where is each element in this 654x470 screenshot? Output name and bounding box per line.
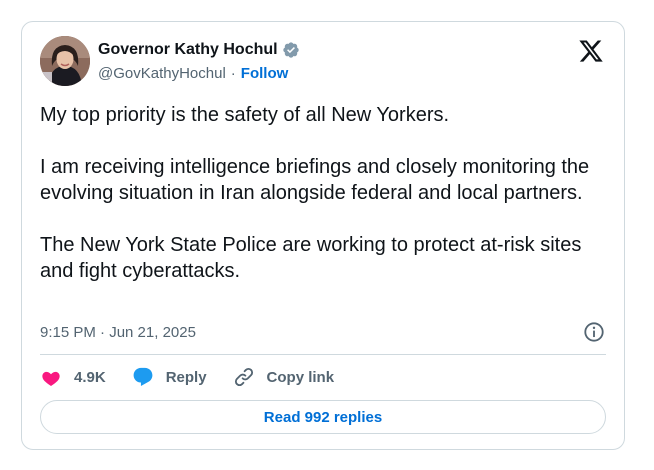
post-paragraph-1: My top priority is the safety of all New…: [40, 104, 450, 126]
post-paragraph-2: I am receiving intelligence briefings an…: [40, 156, 590, 204]
verified-badge-icon: [282, 42, 299, 58]
like-button[interactable]: 4.9K: [40, 366, 106, 388]
action-bar: 4.9K Reply Copy link: [40, 365, 360, 389]
copy-link-label: Copy link: [266, 368, 335, 386]
post-timestamp[interactable]: 9:15 PM · Jun 21, 2025: [40, 324, 196, 341]
separator-dot: ·: [230, 64, 236, 82]
reply-button[interactable]: Reply: [132, 366, 207, 388]
avatar[interactable]: [40, 36, 90, 86]
author-handle[interactable]: @GovKathyHochul: [98, 65, 226, 82]
heart-icon: [42, 371, 60, 386]
author-name[interactable]: Governor Kathy Hochul: [98, 41, 278, 59]
handle-row: @GovKathyHochul · Follow: [98, 63, 300, 83]
post-paragraph-3: The New York State Police are working to…: [40, 234, 582, 282]
post-text: My top priority is the safety of all New…: [40, 102, 615, 284]
copy-link-button[interactable]: Copy link: [233, 366, 335, 388]
post-header: Governor Kathy Hochul @GovKathyHochul · …: [40, 36, 606, 92]
reply-bubble-icon: [133, 367, 153, 386]
like-count: 4.9K: [74, 368, 106, 386]
author-block: Governor Kathy Hochul @GovKathyHochul · …: [98, 39, 300, 83]
name-row: Governor Kathy Hochul: [98, 39, 300, 61]
read-replies-button[interactable]: Read 992 replies: [40, 400, 606, 434]
divider: [40, 354, 606, 355]
read-replies-label: Read 992 replies: [263, 408, 383, 426]
reply-label: Reply: [165, 368, 207, 386]
info-icon[interactable]: [583, 321, 605, 343]
embedded-post-card: Governor Kathy Hochul @GovKathyHochul · …: [21, 21, 625, 450]
avatar-image: [40, 36, 90, 86]
x-logo-icon[interactable]: [578, 38, 604, 64]
link-icon: [234, 367, 253, 387]
follow-button[interactable]: Follow: [241, 65, 289, 82]
